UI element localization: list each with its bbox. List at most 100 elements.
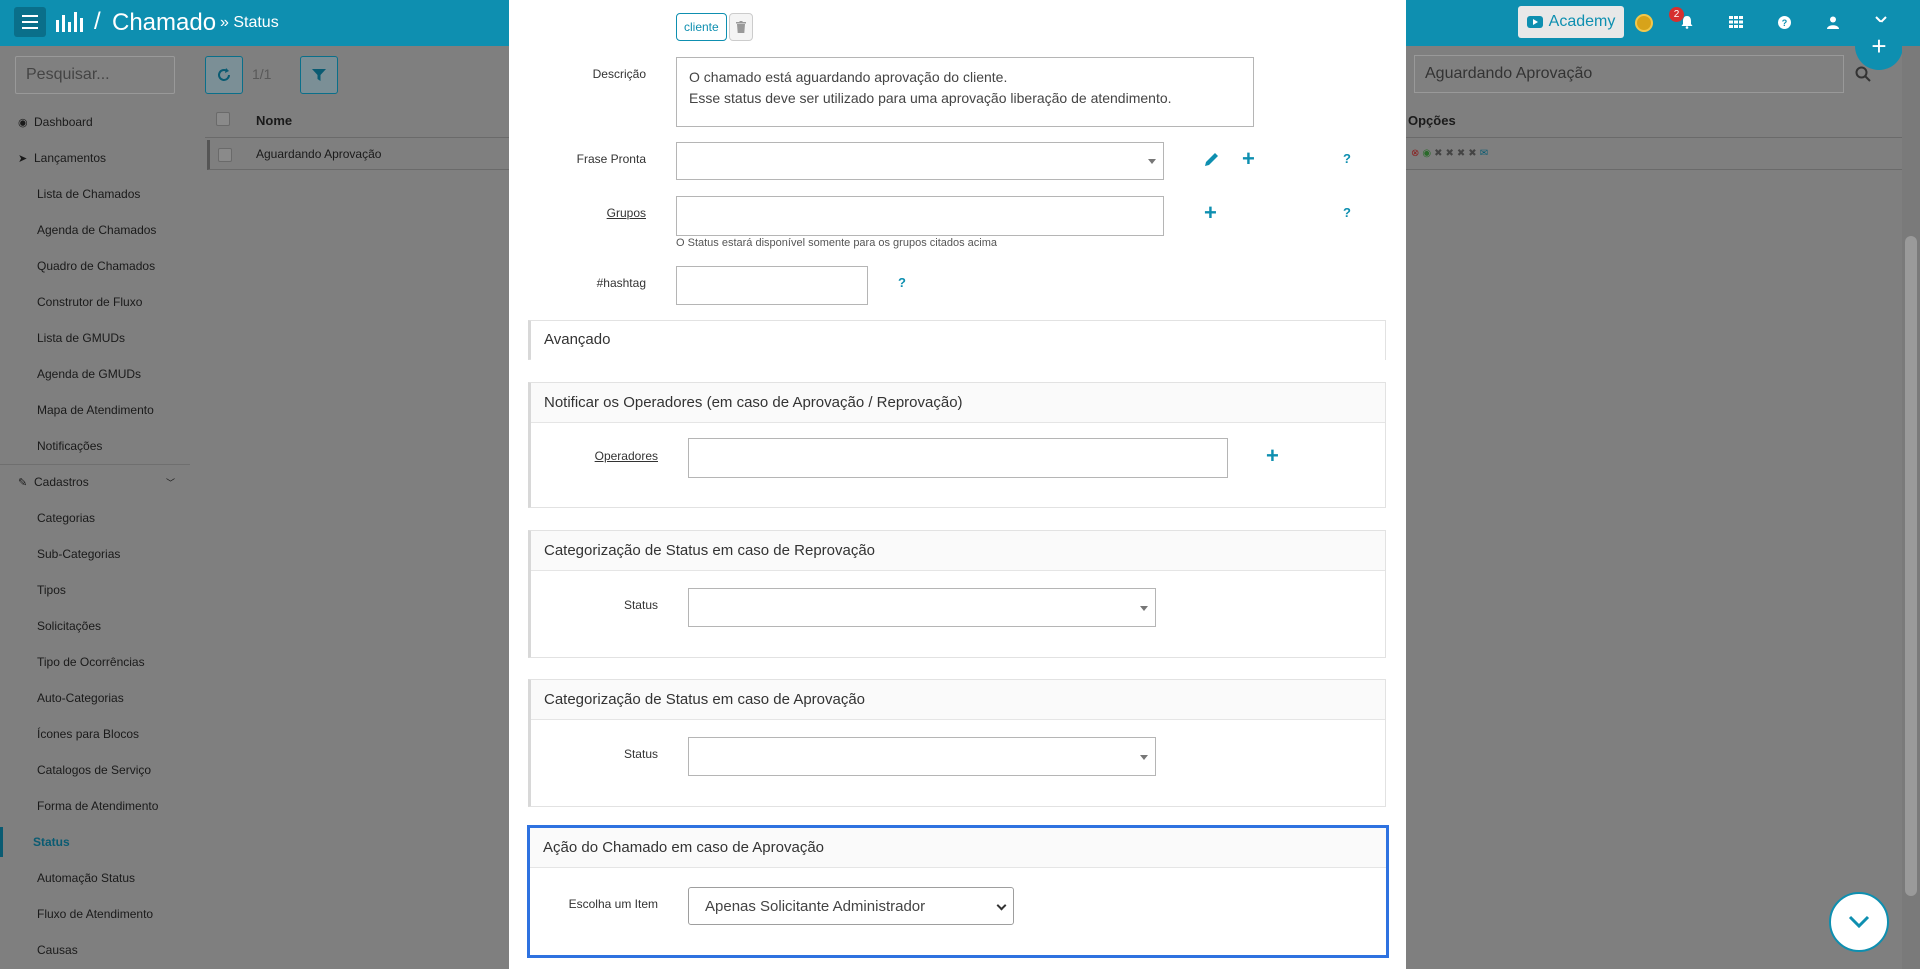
sidebar-item-forma-atendimento[interactable]: Forma de Atendimento: [0, 791, 190, 821]
sidebar-item-icones-blocos[interactable]: Ícones para Blocos: [0, 719, 190, 749]
sidebar-divider: [0, 464, 190, 465]
filter-button[interactable]: [300, 56, 338, 94]
apps-grid-icon[interactable]: [1727, 13, 1745, 31]
sidebar-item-mapa-atendimento[interactable]: Mapa de Atendimento: [0, 395, 190, 425]
page-title[interactable]: Chamado: [112, 9, 216, 37]
add-operador-icon[interactable]: +: [1266, 445, 1279, 467]
option-x-icon[interactable]: ✖: [1468, 148, 1476, 159]
list-search-input[interactable]: Aguardando Aprovação: [1414, 55, 1844, 93]
academy-button[interactable]: Academy: [1518, 6, 1624, 38]
acao-title: Ação do Chamado em caso de Aprovação: [530, 828, 1386, 868]
sidebar-item-status[interactable]: Status: [0, 827, 190, 857]
grupos-input[interactable]: [676, 196, 1164, 236]
sidebar-item-categorias[interactable]: Categorias: [0, 503, 190, 533]
activate-icon[interactable]: ◉: [1422, 148, 1431, 159]
sidebar-item-label: Causas: [37, 943, 78, 957]
help-hashtag-icon[interactable]: ?: [898, 275, 906, 290]
add-frase-icon[interactable]: +: [1242, 148, 1255, 170]
sidebar-item-tipo-ocorrencias[interactable]: Tipo de Ocorrências: [0, 647, 190, 677]
sidebar-item-automacao-status[interactable]: Automação Status: [0, 863, 190, 893]
sidebar-item-label: Solicitações: [37, 619, 102, 633]
row-options: ⊗ ◉ ✖ ✖ ✖ ✖ ✉: [1411, 148, 1488, 159]
aprovacao-status-select[interactable]: [688, 737, 1156, 776]
row-checkbox[interactable]: [218, 148, 232, 162]
hashtag-label: #hashtag: [596, 276, 646, 290]
aprovacao-status-label: Status: [623, 747, 658, 761]
sidebar-item-lista-chamados[interactable]: Lista de Chamados: [0, 179, 190, 209]
sidebar-item-lancamentos[interactable]: ➤ Lançamentos: [0, 143, 190, 173]
youtube-icon: [1526, 16, 1543, 28]
help-circle-icon[interactable]: ?: [1775, 13, 1793, 31]
frase-pronta-select[interactable]: [676, 142, 1164, 180]
grupos-label[interactable]: Grupos: [540, 206, 646, 220]
option-x-icon[interactable]: ✖: [1457, 148, 1465, 159]
sidebar-item-dashboard[interactable]: ◉ Dashboard: [0, 107, 190, 137]
delete-icon[interactable]: ⊗: [1411, 148, 1419, 159]
escolha-item-label: Escolha um Item: [568, 897, 658, 911]
operadores-input[interactable]: [688, 438, 1228, 478]
envelope-icon[interactable]: ✉: [1480, 148, 1488, 159]
tag-cliente-button[interactable]: cliente: [676, 13, 727, 41]
sidebar-item-construtor-fluxo[interactable]: Construtor de Fluxo: [0, 287, 190, 317]
escolha-item-select[interactable]: Apenas Solicitante Administrador: [688, 887, 1014, 925]
avancado-title[interactable]: Avançado: [531, 321, 1385, 361]
sidebar-item-label: Tipos: [37, 583, 66, 597]
coin-icon[interactable]: [1635, 14, 1653, 32]
scrollbar-thumb[interactable]: [1905, 236, 1917, 896]
sidebar-item-quadro-chamados[interactable]: Quadro de Chamados: [0, 251, 190, 281]
trash-icon[interactable]: [729, 13, 753, 41]
sidebar-search-input[interactable]: Pesquisar...: [15, 56, 175, 94]
operadores-label[interactable]: Operadores: [560, 449, 658, 463]
dropdown-arrow-icon: [1140, 754, 1148, 760]
sidebar-item-label: Lançamentos: [34, 151, 107, 165]
sidebar-item-label: Cadastros: [34, 475, 89, 489]
page-scrollbar[interactable]: [1902, 46, 1920, 969]
sidebar-item-fluxo-atendimento[interactable]: Fluxo de Atendimento: [0, 899, 190, 929]
sidebar-item-notificacoes[interactable]: Notificações: [0, 431, 190, 461]
notification-badge: 2: [1669, 7, 1684, 22]
pager-indicator: 1/1: [252, 66, 272, 82]
search-icon[interactable]: [1855, 66, 1871, 85]
select-all-checkbox[interactable]: [216, 112, 230, 126]
add-fab-button[interactable]: +: [1855, 22, 1903, 70]
sidebar-item-solicitacoes[interactable]: Solicitações: [0, 611, 190, 641]
row-cell-nome: Aguardando Aprovação: [256, 147, 382, 161]
aprovacao-title: Categorização de Status em caso de Aprov…: [531, 680, 1385, 720]
chevron-down-icon: [996, 900, 1007, 911]
reprovacao-status-select[interactable]: [688, 588, 1156, 627]
sidebar-item-lista-gmuds[interactable]: Lista de GMUDs: [0, 323, 190, 353]
descricao-label: Descrição: [592, 67, 646, 81]
add-grupo-icon[interactable]: +: [1204, 202, 1217, 224]
svg-text:?: ?: [1781, 18, 1787, 28]
sidebar-item-agenda-chamados[interactable]: Agenda de Chamados: [0, 215, 190, 245]
option-x-icon[interactable]: ✖: [1446, 148, 1454, 159]
sidebar-item-causas[interactable]: Causas: [0, 935, 190, 965]
avancado-panel[interactable]: Avançado: [528, 320, 1386, 361]
sidebar-item-label: Forma de Atendimento: [37, 799, 159, 813]
sidebar-item-tipos[interactable]: Tipos: [0, 575, 190, 605]
help-grupos-icon[interactable]: ?: [1343, 205, 1351, 220]
hamburger-menu-icon[interactable]: [14, 7, 46, 37]
reprovacao-title: Categorização de Status em caso de Repro…: [531, 531, 1385, 571]
notificar-title: Notificar os Operadores (em caso de Apro…: [531, 383, 1385, 423]
sidebar-item-label: Quadro de Chamados: [37, 259, 156, 273]
sidebar-item-agenda-gmuds[interactable]: Agenda de GMUDs: [0, 359, 190, 389]
sidebar-item-sub-categorias[interactable]: Sub-Categorias: [0, 539, 190, 569]
hashtag-input[interactable]: [676, 266, 868, 305]
help-frase-icon[interactable]: ?: [1343, 151, 1351, 166]
chevron-down-icon: ﹀: [166, 477, 176, 488]
sidebar-item-auto-categorias[interactable]: Auto-Categorias: [0, 683, 190, 713]
pencil-icon[interactable]: [1204, 151, 1220, 170]
edit-icon: ✎: [18, 476, 28, 489]
option-x-icon[interactable]: ✖: [1434, 148, 1442, 159]
descricao-textarea[interactable]: O chamado está aguardando aprovação do c…: [676, 57, 1254, 127]
grupos-hint: O Status estará disponível somente para …: [676, 237, 998, 249]
app-logo-icon[interactable]: [56, 12, 84, 35]
descricao-value: O chamado está aguardando aprovação do c…: [689, 69, 1172, 106]
column-header-nome[interactable]: Nome: [256, 113, 292, 128]
sidebar-item-cadastros[interactable]: ✎ Cadastros ﹀: [0, 467, 190, 497]
refresh-button[interactable]: [205, 56, 243, 94]
sidebar-item-catalogos-servico[interactable]: Catalogos de Serviço: [0, 755, 190, 785]
user-icon[interactable]: [1824, 13, 1842, 31]
scroll-down-button[interactable]: [1829, 892, 1889, 952]
